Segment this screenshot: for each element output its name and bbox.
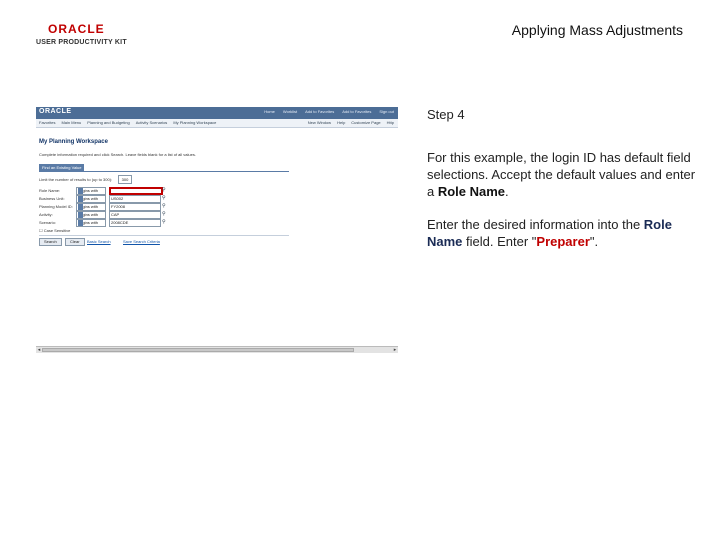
header-link-favorites-2[interactable]: Add to Favorites [342, 109, 371, 114]
scroll-right-icon[interactable]: ▸ [392, 347, 398, 353]
customize-page-link[interactable]: Customize Page [351, 120, 380, 125]
breadcrumb-planning[interactable]: Planning and Budgeting [87, 120, 129, 125]
basic-search-link[interactable]: Basic Search [87, 239, 111, 244]
http-link[interactable]: Http [387, 120, 394, 125]
chevron-down-icon [78, 212, 83, 218]
business-unit-value: US002 [111, 196, 124, 201]
instruction-paragraph-1: For this example, the login ID has defau… [427, 149, 697, 200]
search-button-bar: Search Clear Basic Search Save Search Cr… [39, 235, 289, 246]
limit-label: Limit the number of results to (up to 30… [39, 177, 113, 182]
application-screenshot: ORACLE Home Worklist Add to Favorites Ad… [36, 107, 398, 353]
header-link-worklist[interactable]: Worklist [283, 109, 297, 114]
lookup-icon[interactable]: ⚲ [162, 219, 166, 225]
business-unit-operator[interactable]: begins with [76, 195, 106, 203]
oracle-header-bar: ORACLE Home Worklist Add to Favorites Ad… [36, 107, 398, 119]
instruction-paragraph-2: Enter the desired information into the R… [427, 216, 697, 250]
scrollbar-thumb[interactable] [42, 348, 354, 352]
role-name-label: Role Name: [39, 188, 61, 193]
tab-divider [39, 171, 289, 172]
scenario-operator[interactable]: begins with [76, 219, 106, 227]
scenario-label: Scenario: [39, 220, 56, 225]
new-window-link[interactable]: New Window [308, 120, 331, 125]
search-row-role-name: Role Name: begins with ⚲ [39, 187, 239, 195]
p2-end: ". [589, 234, 599, 249]
breadcrumb-main-menu[interactable]: Main Menu [61, 120, 81, 125]
scenario-input[interactable]: 2008CDE [109, 219, 161, 227]
planning-model-value: FY2008 [111, 204, 126, 209]
chevron-down-icon [78, 196, 83, 202]
lookup-icon[interactable]: ⚲ [162, 203, 166, 209]
role-name-input[interactable] [109, 187, 163, 195]
case-sensitive-checkbox[interactable]: ☐ Case Sensitive [39, 228, 70, 233]
tab-find-existing-value[interactable]: Find an Existing Value [39, 164, 84, 171]
lookup-icon[interactable]: ⚲ [162, 195, 166, 201]
oracle-logo-text: ORACLE [48, 22, 105, 36]
planning-model-label: Planning Model ID: [39, 204, 73, 209]
breadcrumb-favorites[interactable]: Favorites [39, 120, 55, 125]
horizontal-scrollbar[interactable]: ◂ ▸ [36, 346, 398, 353]
scenario-value: 2008CDE [111, 220, 129, 225]
header-link-home[interactable]: Home [264, 109, 275, 114]
p1-keyword: Role Name [437, 184, 506, 199]
search-instructions: Complete information required and click … [39, 152, 196, 157]
breadcrumb-workspace[interactable]: My Planning Workspace [173, 120, 216, 125]
chevron-down-icon [78, 204, 83, 210]
lookup-icon[interactable]: ⚲ [162, 187, 166, 193]
p2-value: Preparer [536, 234, 590, 249]
activity-value: CAP [111, 212, 120, 217]
upk-logo-text: USER PRODUCTIVITY KIT [36, 39, 127, 46]
planning-model-operator[interactable]: begins with [76, 203, 106, 211]
save-search-link[interactable]: Save Search Criteria [123, 239, 160, 244]
chevron-down-icon [78, 188, 83, 194]
clear-button[interactable]: Clear [65, 238, 85, 246]
p2-mid: field. Enter " [462, 234, 537, 249]
step-number: Step 4 [427, 107, 465, 122]
search-button[interactable]: Search [39, 238, 62, 246]
activity-label: Activity: [39, 212, 53, 217]
breadcrumb-activity[interactable]: Activity Scenarios [136, 120, 168, 125]
upk-logo: ORACLE USER PRODUCTIVITY KIT [36, 22, 127, 48]
chevron-down-icon [78, 220, 83, 226]
search-row-planning-model: Planning Model ID: begins with FY2008 ⚲ [39, 203, 239, 211]
p2-text: Enter the desired information into the [427, 217, 644, 232]
header-link-signout[interactable]: Sign out [379, 109, 394, 114]
business-unit-label: Business Unit: [39, 196, 65, 201]
business-unit-input[interactable]: US002 [109, 195, 161, 203]
oracle-brand: ORACLE [39, 108, 72, 115]
case-sensitive-label: Case Sensitive [43, 228, 71, 233]
header-links: Home Worklist Add to Favorites Add to Fa… [264, 109, 394, 114]
role-name-operator[interactable]: begins with [76, 187, 106, 195]
activity-input[interactable]: CAP [109, 211, 161, 219]
header-link-favorites[interactable]: Add to Favorites [305, 109, 334, 114]
p1-end: . [505, 184, 509, 199]
planning-model-input[interactable]: FY2008 [109, 203, 161, 211]
instruction-panel: Step 4 For this example, the login ID ha… [427, 106, 697, 266]
workspace-title: My Planning Workspace [39, 139, 108, 145]
search-row-business-unit: Business Unit: begins with US002 ⚲ [39, 195, 239, 203]
activity-operator[interactable]: begins with [76, 211, 106, 219]
help-link[interactable]: Help [337, 120, 345, 125]
topic-title: Applying Mass Adjustments [511, 22, 683, 38]
lookup-icon[interactable]: ⚲ [162, 211, 166, 217]
search-row-scenario: Scenario: begins with 2008CDE ⚲ [39, 219, 239, 227]
search-row-activity: Activity: begins with CAP ⚲ [39, 211, 239, 219]
breadcrumb-bar: Favorites Main Menu Planning and Budgeti… [36, 119, 398, 128]
tab-label: Find an Existing Value [42, 165, 82, 170]
limit-input[interactable]: 300 [118, 175, 132, 184]
